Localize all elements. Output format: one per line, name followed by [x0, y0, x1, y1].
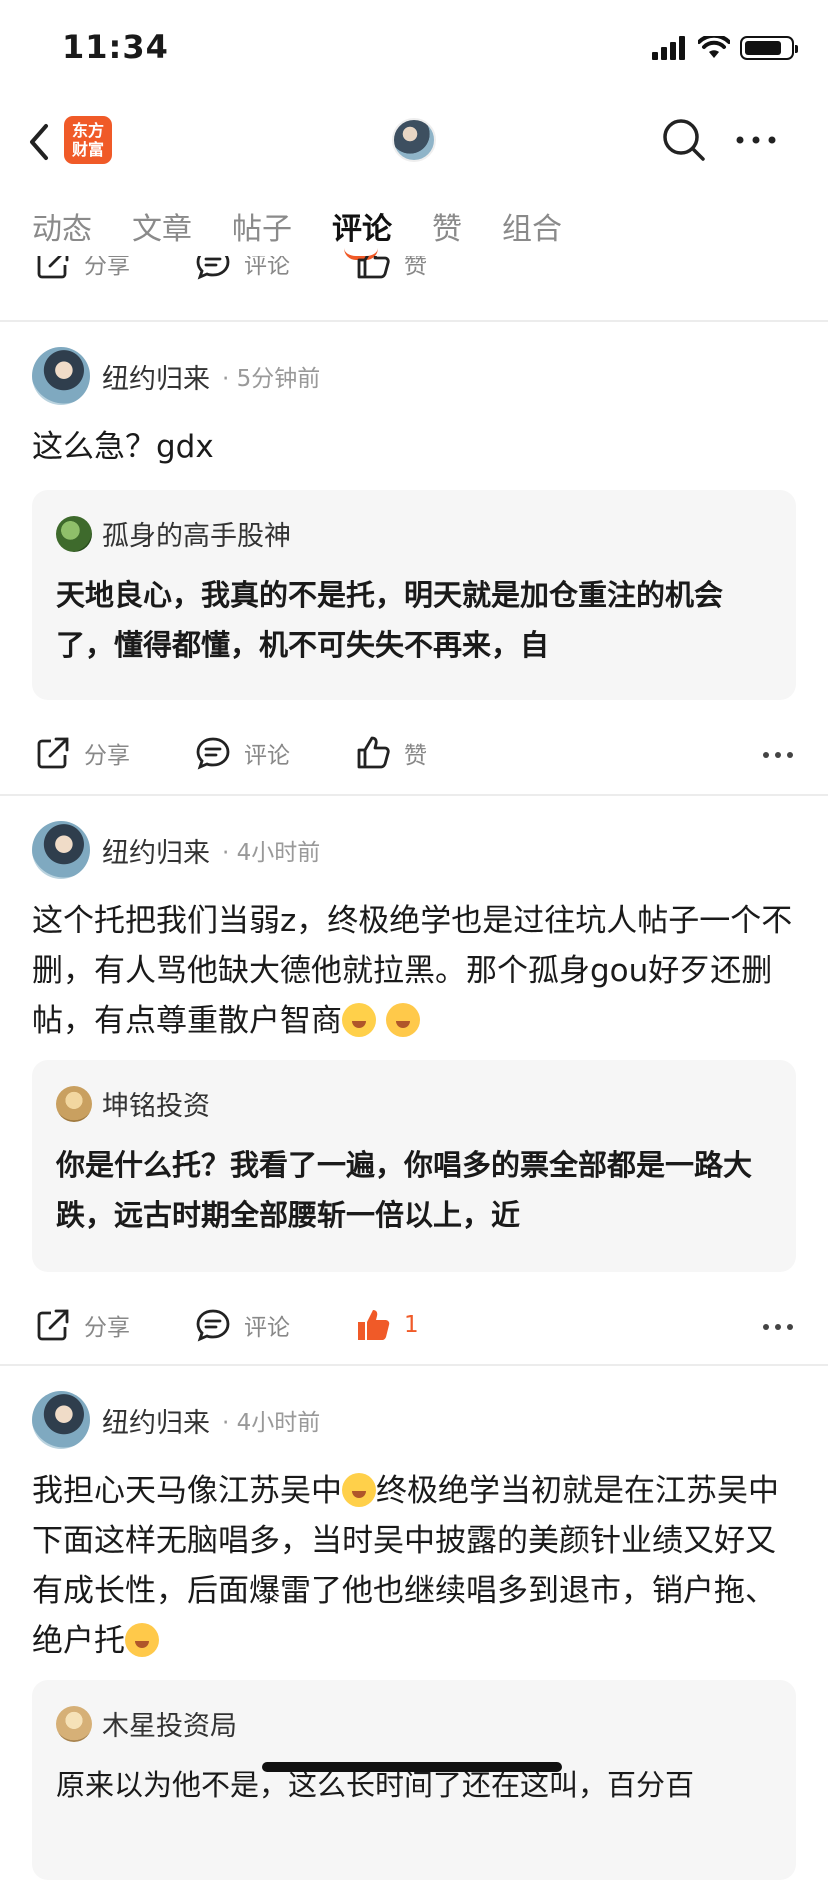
quoted-author-name: 孤身的高手股神	[102, 521, 291, 552]
share-button[interactable]: 分享	[34, 256, 130, 282]
share-button[interactable]: 分享	[34, 1306, 130, 1344]
share-button[interactable]: 分享	[34, 734, 130, 772]
like-button[interactable]: 1	[354, 1306, 419, 1344]
quoted-text: 天地良心，我真的不是托，明天就是加仓重注的机会了，懂得都懂，机不可失失不再来，自	[56, 578, 724, 662]
comment-button[interactable]: 评论	[194, 256, 290, 282]
share-icon	[37, 256, 69, 279]
avatar	[56, 515, 92, 552]
avatar[interactable]	[32, 347, 90, 405]
divider	[0, 1364, 828, 1366]
brand-logo-line2: 财富	[71, 140, 104, 159]
like-label: 赞	[404, 743, 427, 769]
profile-avatar[interactable]	[392, 118, 436, 162]
like-button[interactable]: 赞	[354, 256, 427, 282]
comment-body: 这个托把我们当弱z，终极绝学也是过往坑人帖子一个不删，有人骂他缺大德他就拉黑。那…	[32, 896, 794, 1046]
tab-likes[interactable]: 赞	[432, 204, 462, 248]
status-time: 11:34	[62, 28, 169, 66]
avatar	[56, 1085, 92, 1122]
comment-header: 纽约归来 · 5分钟前	[32, 346, 320, 406]
comment-body: 我担心天马像江苏吴中 终极绝学当初就是在江苏吴中下面这样无脑唱多，当时吴中披露的美…	[32, 1466, 794, 1666]
home-indicator	[262, 1762, 562, 1772]
brand-logo-line1: 东方	[71, 121, 104, 140]
tab-articles[interactable]: 文章	[132, 204, 192, 248]
wifi-icon	[698, 36, 730, 58]
comment-header: 纽约归来 · 4小时前	[32, 820, 320, 880]
comment-label: 评论	[244, 743, 290, 769]
action-row: 分享 评论 1	[0, 1298, 828, 1358]
post-time-text: 5分钟前	[236, 366, 321, 392]
pleading-emoji-icon	[385, 1003, 420, 1037]
more-icon[interactable]	[734, 124, 778, 156]
tab-comments[interactable]: 评论	[332, 204, 392, 248]
like-count: 1	[404, 1312, 419, 1338]
comment-item[interactable]: 纽约归来 · 5分钟前 这么急？gdx 孤身的高手股神 天地良心，我真的不是托，…	[0, 346, 828, 786]
post-time: · 4小时前	[222, 1410, 321, 1436]
tab-dynamics[interactable]: 动态	[32, 204, 92, 248]
comment-icon	[196, 1309, 230, 1342]
share-icon	[37, 1309, 69, 1341]
quoted-author-name: 木星投资局	[102, 1711, 237, 1742]
more-icon[interactable]	[762, 750, 794, 760]
post-time-text: 4小时前	[236, 1410, 321, 1436]
comment-button[interactable]: 评论	[194, 1306, 290, 1344]
comment-body-text: 我担心天马像江苏吴中	[32, 1473, 342, 1509]
comment-label: 评论	[244, 1315, 290, 1341]
thumbs-up-icon	[357, 256, 390, 279]
more-icon[interactable]	[762, 1322, 794, 1332]
comment-item[interactable]: 纽约归来 · 4小时前 这个托把我们当弱z，终极绝学也是过往坑人帖子一个不删，有…	[0, 820, 828, 1360]
quoted-text: 你是什么托？我看了一遍，你唱多的票全部都是一路大跌，远古时期全部腰斩一倍以上，近	[56, 1148, 753, 1232]
quoted-author-name: 坤铭投资	[102, 1091, 210, 1122]
thumbs-up-filled-icon	[358, 1310, 390, 1340]
post-time: · 4小时前	[222, 840, 321, 866]
status-icons	[652, 36, 798, 60]
signal-icon	[652, 36, 685, 60]
share-label: 分享	[84, 743, 130, 769]
tab-posts[interactable]: 帖子	[232, 204, 292, 248]
search-icon[interactable]	[660, 116, 708, 164]
post-time: · 5分钟前	[222, 366, 321, 392]
thumbs-up-icon	[357, 736, 390, 769]
quoted-post[interactable]: 孤身的高手股神 天地良心，我真的不是托，明天就是加仓重注的机会了，懂得都懂，机不…	[32, 490, 796, 700]
comment-header: 纽约归来 · 4小时前	[32, 1390, 320, 1450]
nav-bar: 东方 财富	[0, 100, 828, 180]
divider	[0, 794, 828, 796]
quoted-post-header: 木星投资局	[56, 1704, 237, 1743]
share-label: 分享	[84, 1315, 130, 1341]
post-time-text: 4小时前	[236, 840, 321, 866]
comment-label: 评论	[244, 256, 290, 279]
share-label: 分享	[84, 256, 130, 279]
quoted-post[interactable]: 坤铭投资 你是什么托？我看了一遍，你唱多的票全部都是一路大跌，远古时期全部腰斩一…	[32, 1060, 796, 1272]
share-icon	[37, 737, 69, 769]
action-row: 分享 评论 赞	[0, 726, 828, 786]
profile-tabs: 动态 文章 帖子 评论 赞 组合	[0, 196, 828, 260]
pleading-emoji-icon	[125, 1623, 159, 1657]
divider	[0, 320, 828, 322]
comment-button[interactable]: 评论	[194, 734, 290, 772]
avatar[interactable]	[32, 821, 90, 879]
comment-icon	[196, 737, 230, 770]
brand-logo[interactable]: 东方 财富	[64, 116, 112, 164]
author-name[interactable]: 纽约归来	[102, 1401, 210, 1440]
avatar[interactable]	[32, 1391, 90, 1449]
laughing-emoji-icon	[342, 1003, 376, 1037]
like-label: 赞	[404, 256, 427, 279]
crying-laughing-emoji-icon	[342, 1473, 376, 1507]
comment-body: 这么急？gdx	[32, 429, 214, 465]
action-row: 分享 评论 赞	[0, 256, 828, 296]
battery-icon	[740, 36, 798, 60]
back-icon[interactable]	[24, 120, 54, 164]
quoted-post-header: 坤铭投资	[56, 1084, 210, 1123]
comment-icon	[196, 256, 230, 280]
quoted-post[interactable]: 木星投资局 原来以为他不是，这么长时间了还在这叫，百分百	[32, 1680, 796, 1880]
author-name[interactable]: 纽约归来	[102, 831, 210, 870]
like-button[interactable]: 赞	[354, 734, 427, 772]
status-bar: 11:34	[0, 0, 828, 96]
comment-item[interactable]: 纽约归来 · 4小时前 我担心天马像江苏吴中 终极绝学当初就是在江苏吴中下面这样无…	[0, 1390, 828, 1880]
tab-portfolio[interactable]: 组合	[502, 204, 562, 248]
quoted-post-header: 孤身的高手股神	[56, 514, 291, 553]
author-name[interactable]: 纽约归来	[102, 357, 210, 396]
avatar	[56, 1705, 92, 1742]
